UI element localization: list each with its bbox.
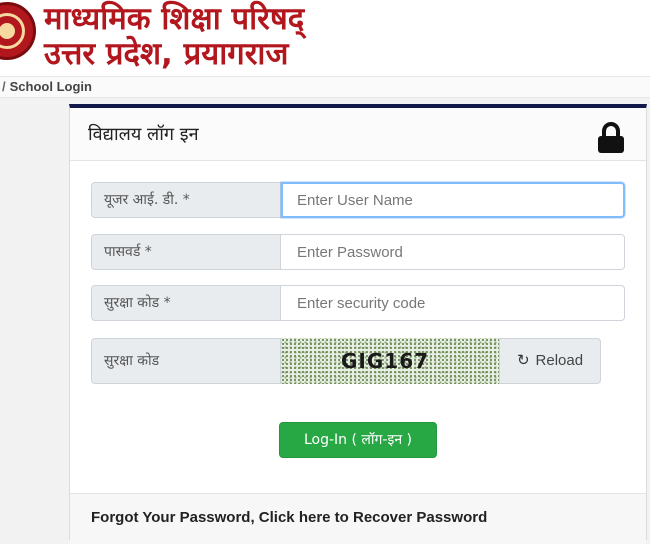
site-title-line2: उत्तर प्रदेश, प्रयागराज [44, 36, 289, 72]
board-emblem-logo [0, 2, 36, 60]
security-code-label: सुरक्षा कोड * [91, 285, 281, 321]
captcha-image: GIG167 [281, 338, 499, 384]
security-code-row: सुरक्षा कोड * [91, 285, 625, 321]
card-footer: Forgot Your Password, Click here to Reco… [70, 493, 646, 544]
password-row: पासवर्ड * [91, 234, 625, 270]
breadcrumb-separator: / [2, 79, 6, 94]
password-label: पासवर्ड * [91, 234, 281, 270]
login-button[interactable]: Log-In ( लॉग-इन ) [279, 422, 437, 458]
reload-captcha-button[interactable]: ↻ Reload [499, 338, 601, 384]
site-header: माध्यमिक शिक्षा परिषद् उत्तर प्रदेश, प्र… [0, 0, 650, 76]
user-id-row: यूजर आई. डी. * [91, 182, 625, 218]
forgot-password-link[interactable]: Forgot Your Password, Click here to Reco… [91, 509, 487, 526]
refresh-icon: ↻ [516, 352, 530, 369]
breadcrumb: / School Login [0, 76, 650, 98]
site-title-line1: माध्यमिक शिक्षा परिषद् [44, 1, 305, 37]
password-input[interactable] [281, 234, 625, 270]
user-id-input[interactable] [281, 182, 625, 218]
breadcrumb-current: School Login [9, 79, 92, 94]
login-card: विद्यालय लॉग इन यूजर आई. डी. * पासवर्ड *… [69, 104, 647, 544]
captcha-label: सुरक्षा कोड [91, 338, 281, 384]
reload-label: Reload [535, 352, 584, 369]
security-code-input[interactable] [281, 285, 625, 321]
card-header: विद्यालय लॉग इन [70, 108, 646, 161]
card-title: विद्यालय लॉग इन [88, 124, 199, 145]
user-id-label: यूजर आई. डी. * [91, 182, 281, 218]
lock-icon [598, 122, 624, 153]
captcha-row: सुरक्षा कोड GIG167 ↻ Reload [91, 338, 625, 384]
